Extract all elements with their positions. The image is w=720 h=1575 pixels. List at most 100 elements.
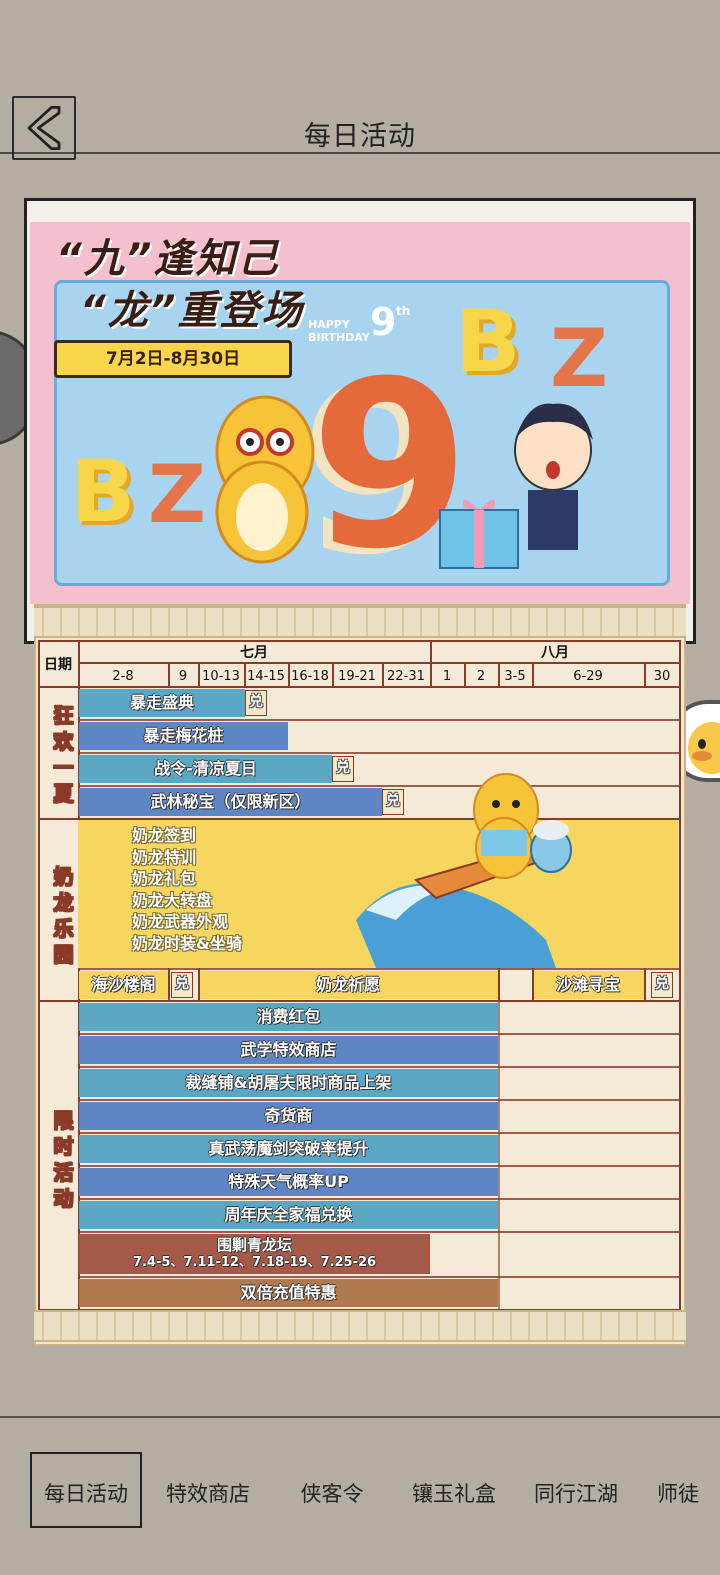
grid-line	[38, 1000, 680, 1002]
date-header-label: 日期	[44, 657, 72, 673]
letter-b-left: B	[70, 442, 136, 542]
letter-b-right: B	[455, 292, 521, 392]
birthday-suffix: th	[396, 304, 411, 318]
nav-tab-master-apprentice[interactable]: 师徒	[646, 1478, 710, 1508]
nav-tab-xiake-ling[interactable]: 侠客令	[276, 1478, 388, 1508]
activity-bar-qihuo-shang[interactable]: 奇货商	[79, 1102, 498, 1130]
redeem-badge[interactable]: 兑	[245, 690, 267, 716]
greek-border-top	[34, 606, 686, 638]
activity-bar-special-weather[interactable]: 特殊天气概率UP	[79, 1168, 498, 1196]
activity-bar-qinglong-tan[interactable]: 围剿青龙坛 7.4-5、7.11-12、7.18-19、7.25-26	[79, 1234, 430, 1274]
page-title: 每日活动	[304, 121, 416, 152]
column-header: 30	[653, 669, 671, 684]
grid-line	[198, 968, 200, 1000]
banner-title-line1: “九”逢知己	[56, 236, 280, 282]
grid-line	[38, 686, 680, 688]
grid-line	[532, 968, 534, 1000]
month-july-label: 七月	[240, 645, 268, 661]
greek-border-bottom	[34, 1310, 686, 1342]
grid-line	[78, 1198, 680, 1200]
grid-line	[679, 640, 681, 1310]
section-label-nailong: 奶龙乐园	[50, 866, 75, 971]
grid-line	[198, 662, 200, 686]
nailong-item: 奶龙大转盘	[132, 890, 213, 910]
grid-line	[78, 1231, 680, 1233]
nailong-item: 奶龙特训	[132, 847, 197, 867]
column-header: 9	[178, 669, 188, 684]
grid-line	[78, 1099, 680, 1101]
nailong-item: 奶龙礼包	[132, 869, 197, 888]
grid-line	[78, 1165, 680, 1167]
grid-line	[382, 662, 384, 686]
nailong-activity-list: 奶龙签到 奶龙特训 奶龙礼包 奶龙大转盘 奶龙武器外观 奶龙时装&坐骑	[132, 825, 242, 954]
grid-line	[168, 662, 170, 686]
nailong-item: 奶龙武器外观	[132, 912, 229, 931]
nailong-item: 奶龙时装&坐骑	[132, 933, 242, 953]
banner-title-line2: “龙”重登场	[80, 288, 304, 334]
nav-tab-jade-giftbox[interactable]: 镶玉礼盒	[398, 1478, 510, 1508]
grid-line	[498, 662, 500, 686]
column-header: 1	[442, 669, 452, 684]
activity-bar-wuxue-shop[interactable]: 武学特效商店	[79, 1036, 498, 1064]
nailong-item: 奶龙签到	[132, 826, 197, 845]
section-label-limited: 限时活动	[50, 1110, 75, 1215]
grid-line	[78, 1033, 680, 1035]
activity-bar-wulin-mibao[interactable]: 武林秘宝（仅限新区）	[79, 788, 382, 816]
nav-tab-tongxing-jianghu[interactable]: 同行江湖	[520, 1478, 632, 1508]
anniversary-banner[interactable]: “九”逢知己 “龙”重登场 7月2日-8月30日 HAPPY BIRTHDAY …	[30, 222, 690, 604]
activity-bar-caifeng-pu[interactable]: 裁缝铺&胡屠夫限时商品上架	[79, 1069, 498, 1097]
section-label-kuanghuan: 狂欢一夏	[50, 705, 75, 810]
nav-tab-effects-shop[interactable]: 特效商店	[152, 1478, 264, 1508]
qinglong-dates: 7.4-5、7.11-12、7.18-19、7.25-26	[132, 1255, 377, 1270]
redeem-badge[interactable]: 兑	[651, 972, 673, 998]
activity-bar-shatan-xunbao[interactable]: 沙滩寻宝	[532, 971, 644, 999]
nailong-surfing-illustration	[356, 773, 572, 968]
month-august-label: 八月	[541, 645, 569, 661]
grid-line	[78, 719, 680, 721]
column-header: 2	[476, 669, 486, 684]
column-header: 16-18	[291, 669, 329, 684]
grid-line	[430, 640, 432, 686]
grid-line	[38, 640, 40, 1310]
column-header: 6-29	[573, 669, 603, 684]
activity-bar-meihuazhuang[interactable]: 暴走梅花桩	[79, 722, 288, 750]
grid-line	[644, 662, 646, 686]
redeem-badge[interactable]: 兑	[171, 972, 193, 998]
grid-line	[78, 1132, 680, 1134]
grid-line	[168, 968, 170, 1000]
activity-bar-haisha-louge[interactable]: 海沙楼阁	[79, 971, 168, 999]
activity-bar-family-photo[interactable]: 周年庆全家福兑换	[79, 1201, 498, 1229]
column-header: 3-5	[504, 669, 526, 684]
activity-bar-double-recharge[interactable]: 双倍充值特惠	[79, 1279, 498, 1307]
grid-line	[332, 662, 334, 686]
grid-line	[78, 1276, 680, 1278]
letter-z-left: Z	[148, 448, 207, 541]
column-header: 19-21	[338, 669, 376, 684]
redeem-badge[interactable]: 兑	[332, 756, 354, 782]
grid-line	[78, 752, 680, 754]
activity-bar-xiaofei-hongbao[interactable]: 消费红包	[79, 1003, 498, 1031]
grid-line	[244, 662, 246, 686]
column-header: 2-8	[112, 669, 134, 684]
activity-bar-zhanling[interactable]: 战令-清凉夏日	[79, 755, 332, 783]
grid-line	[532, 662, 534, 686]
nav-tab-daily[interactable]: 每日活动	[30, 1478, 142, 1508]
grid-line	[78, 1066, 680, 1068]
grid-line	[38, 640, 680, 642]
grid-line	[498, 968, 500, 1000]
qinglong-title: 围剿青龙坛	[216, 1236, 292, 1254]
nav-divider	[0, 1416, 720, 1418]
activity-bar-baozou-shengdian[interactable]: 暴走盛典	[79, 689, 245, 717]
gift-box-illustration	[439, 499, 519, 569]
column-header: 22-31	[387, 669, 425, 684]
column-header: 14-15	[247, 669, 285, 684]
grid-line	[498, 1000, 500, 1309]
activity-bar-zhenwu-sword[interactable]: 真武荡魔剑突破率提升	[79, 1135, 498, 1163]
grid-line	[644, 968, 646, 1000]
activity-bar-nailong-qiyuan[interactable]: 奶龙祈愿	[198, 971, 498, 999]
column-header: 10-13	[202, 669, 240, 684]
nailong-mascot-illustration	[215, 395, 315, 564]
header-divider	[0, 152, 720, 154]
grid-line	[288, 662, 290, 686]
grid-line	[464, 662, 466, 686]
